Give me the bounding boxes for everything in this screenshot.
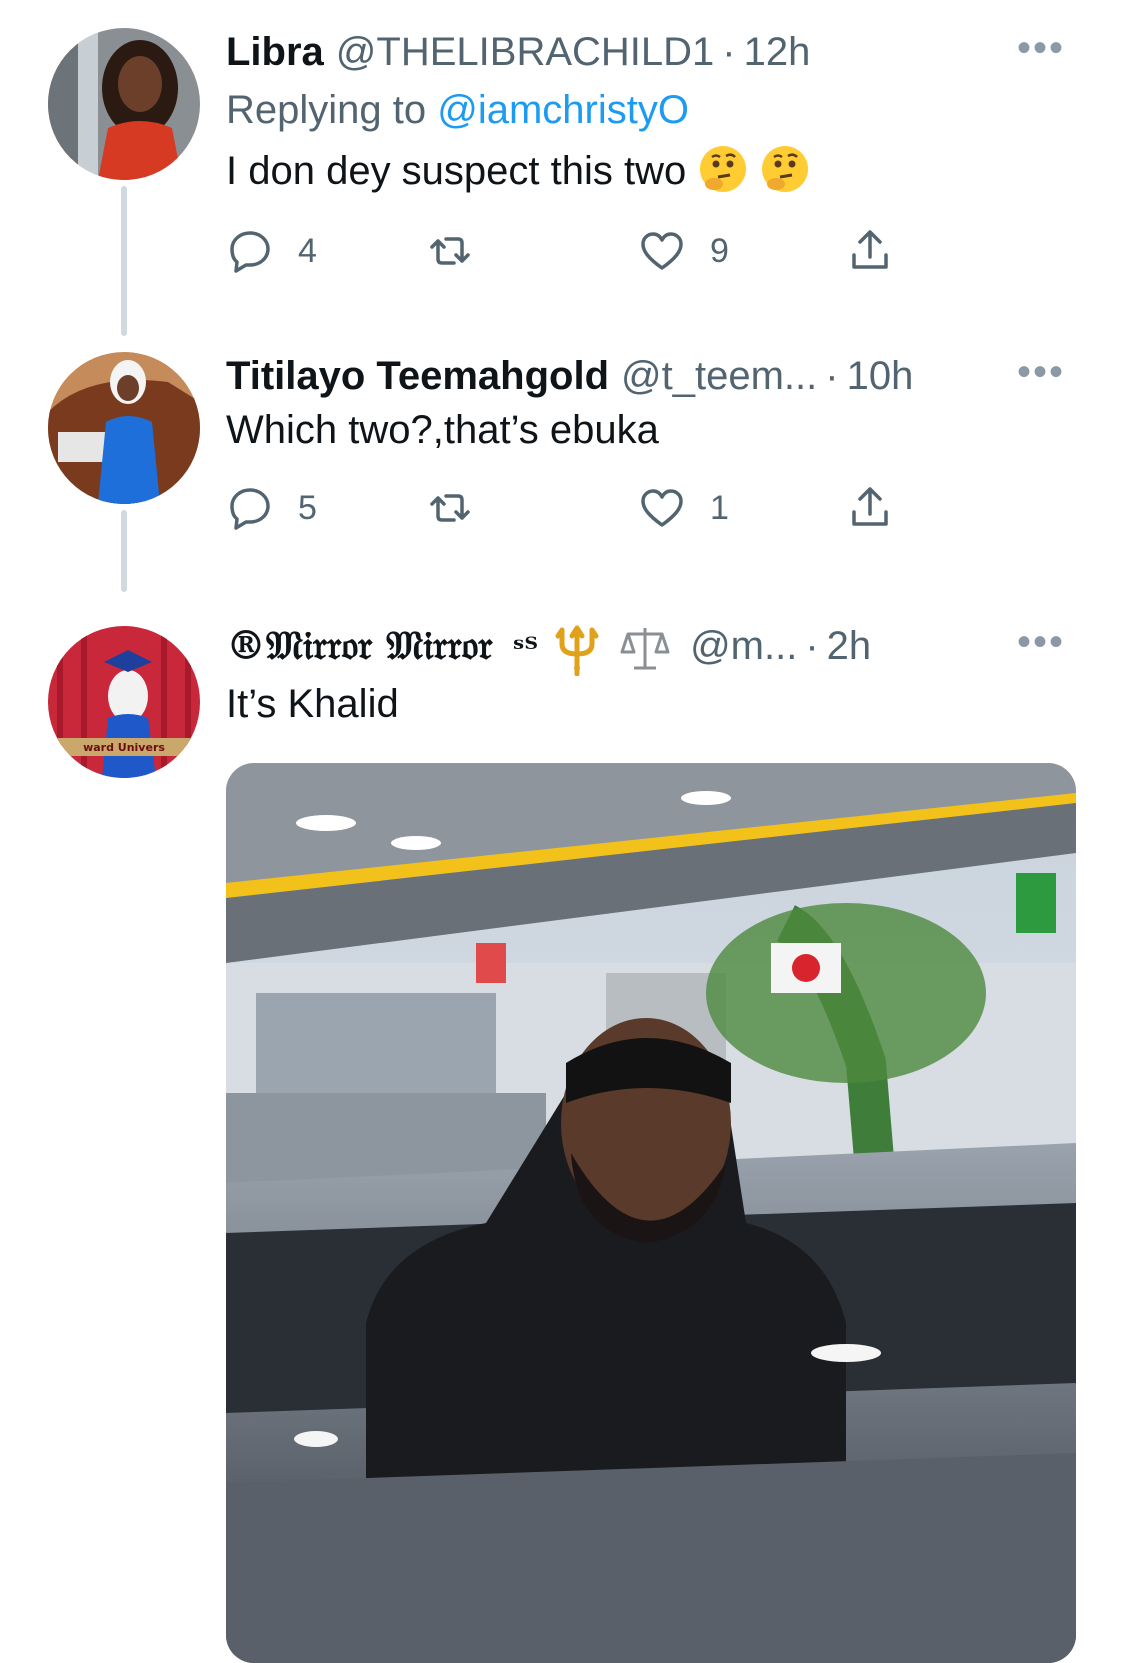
more-options-icon[interactable]: ••• [1017,352,1065,392]
heart-icon [641,232,683,270]
like-count: 1 [710,488,729,527]
reply-tweet-1[interactable]: Libra @THELIBRACHILD1 · 12h ••• Replying… [0,28,1125,338]
reply-count: 5 [298,488,317,527]
share-button[interactable] [846,227,894,275]
reply-tweet-3[interactable]: ward Univers ®𝔐𝔦𝔯𝔯𝔬𝔯 𝔐𝔦𝔯𝔯𝔬𝔯 ˢᵀ @m... · 2… [0,622,1125,1663]
timestamp[interactable]: 12h [744,28,811,76]
action-bar: 4 9 [226,227,1065,287]
share-icon [852,230,888,269]
tweet-text-content: I don dey suspect this two [226,149,687,193]
replying-prefix: Replying to [226,88,427,132]
reply-icon [230,488,270,530]
thinking-face-icon [762,146,809,192]
share-icon [852,487,888,526]
replying-to-link[interactable]: @iamchristyO [437,88,689,132]
avatar[interactable] [48,28,200,180]
like-button[interactable]: 1 [638,484,729,532]
display-name[interactable]: Titilayo Teemahgold [226,352,609,400]
thread-line [121,186,127,336]
retweet-icon [430,494,470,522]
thread-line [121,510,127,592]
tweet-text: It’s Khalid [226,682,399,726]
separator-dot: · [825,354,839,398]
more-options-icon[interactable]: ••• [1017,28,1065,68]
tweet-media-image[interactable] [226,763,1076,1663]
reply-count: 4 [298,231,317,270]
more-options-icon[interactable]: ••• [1017,622,1065,662]
avatar[interactable] [48,352,200,504]
avatar[interactable]: ward Univers [48,626,200,778]
tweet-header: Libra @THELIBRACHILD1 · 12h [226,28,1065,76]
heart-icon [641,489,683,527]
reply-tweet-2[interactable]: Titilayo Teemahgold @t_teem... · 10h •••… [0,352,1125,592]
like-button[interactable]: 9 [638,227,729,275]
retweet-button[interactable] [426,227,474,275]
share-button[interactable] [846,484,894,532]
reply-button[interactable]: 4 [226,227,317,275]
retweet-icon [430,237,470,265]
name-suffix: ˢᵀ [512,632,539,667]
display-name[interactable]: Libra [226,28,324,76]
timestamp[interactable]: 2h [827,622,872,670]
retweet-button[interactable] [426,484,474,532]
tweet-text: I don dey suspect this two [226,144,1065,197]
user-handle[interactable]: @m... [690,622,797,670]
user-handle[interactable]: @THELIBRACHILD1 [336,28,714,76]
display-name[interactable]: ®𝔐𝔦𝔯𝔯𝔬𝔯 𝔐𝔦𝔯𝔯𝔬𝔯 [226,622,493,670]
timestamp[interactable]: 10h [847,352,914,400]
reply-icon [230,231,270,273]
trident-emoji-icon [555,625,599,676]
user-handle[interactable]: @t_teem... [621,352,817,400]
thinking-face-icon [700,146,747,192]
tweet-text: Which two?,that’s ebuka [226,408,659,452]
tweet-header: Titilayo Teemahgold @t_teem... · 10h [226,352,1065,400]
separator-dot: · [805,624,819,668]
separator-dot: · [722,30,736,74]
scales-emoji-icon [620,628,670,670]
reply-button[interactable]: 5 [226,484,317,532]
tweet-header: ®𝔐𝔦𝔯𝔯𝔬𝔯 𝔐𝔦𝔯𝔯𝔬𝔯 ˢᵀ @m... · 2h [226,622,1065,676]
replying-to: Replying to @iamchristyO [226,86,1065,134]
like-count: 9 [710,231,729,270]
action-bar: 5 1 [226,484,1065,544]
svg-text:ward Univers: ward Univers [83,741,165,754]
